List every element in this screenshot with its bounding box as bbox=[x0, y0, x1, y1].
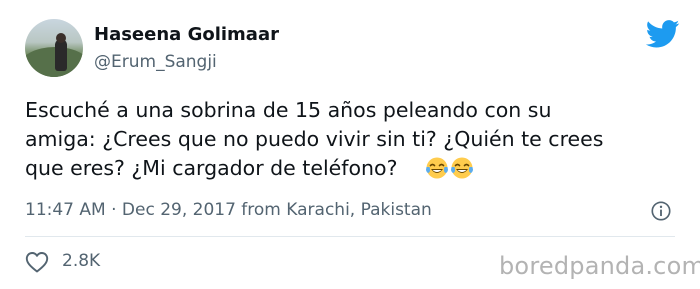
avatar-person bbox=[55, 39, 67, 71]
tweet-text-line: que eres? ¿Mi cargador de teléfono? bbox=[25, 154, 665, 183]
avatar-person-head bbox=[56, 33, 66, 43]
face-with-tears-of-joy-icon bbox=[451, 157, 474, 179]
like-count[interactable]: 2.8K bbox=[62, 251, 100, 271]
author-handle[interactable]: @Erum_Sangji bbox=[94, 52, 217, 72]
watermark: boredpanda.com bbox=[499, 252, 700, 280]
tweet-timestamp[interactable]: 11:47 AM · Dec 29, 2017 from Karachi, Pa… bbox=[25, 200, 432, 220]
avatar-landscape bbox=[25, 47, 83, 77]
tweet-card: Haseena Golimaar @Erum_Sangji Escuché a … bbox=[0, 0, 700, 289]
author-name[interactable]: Haseena Golimaar bbox=[94, 24, 279, 45]
emoji-group bbox=[425, 154, 475, 183]
divider bbox=[25, 236, 675, 237]
tweet-text-segment: que eres? ¿Mi cargador de teléfono? bbox=[25, 156, 398, 180]
tweet-text-line: amiga: ¿Crees que no puedo vivir sin ti?… bbox=[25, 127, 604, 151]
info-icon[interactable] bbox=[650, 200, 672, 222]
face-with-tears-of-joy-icon bbox=[426, 157, 449, 179]
tweet-text-line: Escuché a una sobrina de 15 años peleand… bbox=[25, 98, 552, 122]
avatar[interactable] bbox=[25, 19, 83, 77]
tweet-text: Escuché a una sobrina de 15 años peleand… bbox=[25, 96, 665, 183]
heart-icon[interactable] bbox=[25, 251, 49, 273]
twitter-bird-icon[interactable] bbox=[646, 20, 680, 48]
